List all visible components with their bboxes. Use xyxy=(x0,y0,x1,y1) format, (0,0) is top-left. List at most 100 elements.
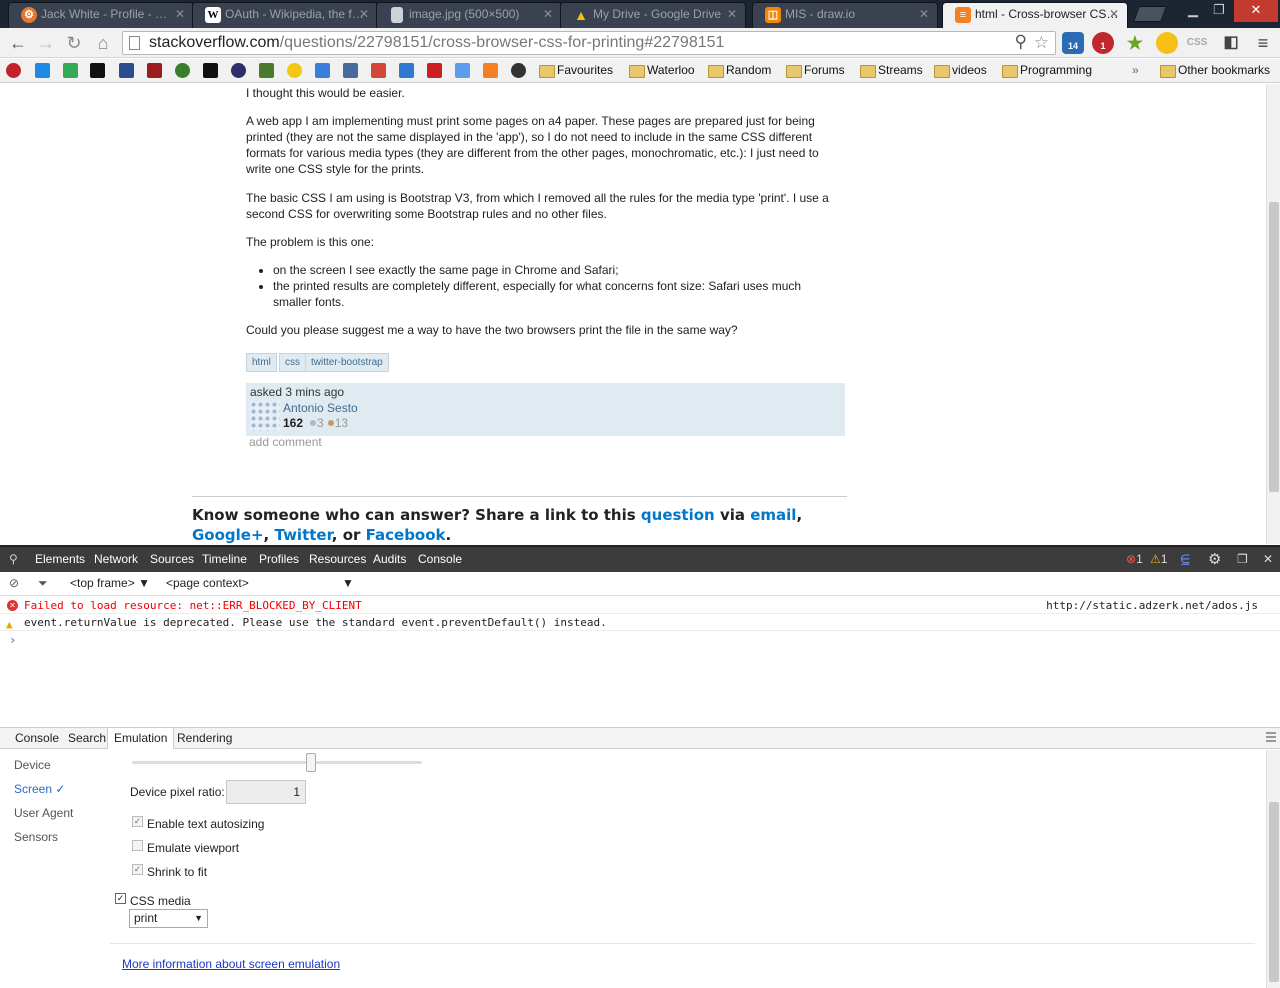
bookmark-icon[interactable] xyxy=(399,63,414,78)
emulation-nav-device[interactable]: Device xyxy=(14,758,51,772)
show-drawer-icon[interactable]: ⋸ xyxy=(1180,552,1190,566)
tab-sources[interactable]: Sources xyxy=(150,552,194,566)
bookmark-folder-random[interactable]: Random xyxy=(708,62,771,79)
bookmark-icon[interactable] xyxy=(231,63,246,78)
bookmark-icon[interactable] xyxy=(455,63,470,78)
page-info-icon[interactable] xyxy=(129,36,140,50)
bookmark-folder-forums[interactable]: Forums xyxy=(786,62,845,79)
css-media-checkbox[interactable]: ✓ xyxy=(115,893,126,904)
tab-oauth-wikipedia[interactable]: W OAuth - Wikipedia, the f… ✕ xyxy=(192,2,378,28)
tab-profiles[interactable]: Profiles xyxy=(259,552,299,566)
drawer-resize-grip-icon[interactable] xyxy=(1266,732,1276,742)
tab-close-icon[interactable]: ✕ xyxy=(175,3,185,25)
settings-gear-icon[interactable]: ⚙ xyxy=(1208,550,1221,568)
tab-network[interactable]: Network xyxy=(94,552,138,566)
gmail-icon[interactable] xyxy=(371,63,386,78)
zoom-icon[interactable]: ⚲ xyxy=(1015,32,1027,52)
scale-slider-handle[interactable] xyxy=(306,753,316,772)
chrome-menu-icon[interactable]: ≡ xyxy=(1252,32,1274,54)
drawer-tab-rendering[interactable]: Rendering xyxy=(171,728,238,749)
drawer-tab-emulation[interactable]: Emulation xyxy=(107,728,175,749)
bookmark-folder-streams[interactable]: Streams xyxy=(860,62,923,79)
drawer-tab-console[interactable]: Console xyxy=(9,728,65,749)
drawer-tab-search[interactable]: Search xyxy=(62,728,112,749)
warning-count-badge[interactable]: ⚠1 xyxy=(1150,552,1167,566)
clear-console-icon[interactable]: ⊘ xyxy=(9,576,19,590)
tag-css[interactable]: css xyxy=(279,353,306,372)
address-bar[interactable]: stackoverflow.com/questions/22798151/cro… xyxy=(122,31,1056,55)
extension-icon[interactable] xyxy=(1156,32,1178,54)
tab-resources[interactable]: Resources xyxy=(309,552,366,566)
filter-icon[interactable]: ⏷ xyxy=(38,576,48,591)
css-media-select[interactable]: print ▼ xyxy=(129,909,208,928)
youtube-icon[interactable] xyxy=(427,63,442,78)
star-extension-icon[interactable]: ★ xyxy=(1124,32,1146,54)
emulate-viewport-checkbox[interactable] xyxy=(132,840,143,851)
google-plus-link[interactable]: Google+ xyxy=(192,526,264,544)
scrollbar-thumb[interactable] xyxy=(1269,802,1279,982)
inspect-search-icon[interactable]: ⚲ xyxy=(9,552,18,566)
scrollbar-thumb[interactable] xyxy=(1269,202,1279,492)
avatar[interactable] xyxy=(250,401,280,431)
css-extension-icon[interactable]: CSS xyxy=(1186,32,1208,54)
pocket-icon[interactable] xyxy=(203,63,218,78)
scale-slider-track[interactable] xyxy=(132,761,422,764)
tab-stackoverflow[interactable]: ≡ html - Cross-browser CS… ✕ xyxy=(942,2,1128,28)
panels-icon[interactable]: ◧ xyxy=(1220,32,1242,54)
emulation-nav-screen[interactable]: Screen ✓ xyxy=(14,782,65,796)
add-comment-link[interactable]: add comment xyxy=(249,435,322,449)
tab-timeline[interactable]: Timeline xyxy=(202,552,247,566)
bookmark-icon[interactable] xyxy=(343,63,358,78)
frame-select[interactable]: <top frame> ▼ xyxy=(70,576,150,590)
tab-jack-white[interactable]: ⚙ Jack White - Profile - … ✕ xyxy=(8,2,194,28)
question-link[interactable]: question xyxy=(641,506,715,524)
bookmark-icon[interactable] xyxy=(287,63,302,78)
bookmark-icon[interactable] xyxy=(259,63,274,78)
dock-icon[interactable]: ❐ xyxy=(1237,552,1248,566)
email-link[interactable]: email xyxy=(750,506,796,524)
emulation-scrollbar[interactable] xyxy=(1266,750,1280,988)
bookmark-star-icon[interactable]: ☆ xyxy=(1034,33,1049,53)
user-name-link[interactable]: Antonio Sesto xyxy=(283,401,358,415)
back-icon[interactable]: ← xyxy=(6,31,30,55)
tab-close-icon[interactable]: ✕ xyxy=(919,3,929,25)
context-select[interactable]: <page context> ▼ xyxy=(166,576,354,590)
page-scrollbar[interactable] xyxy=(1266,84,1280,544)
forward-icon[interactable]: → xyxy=(34,31,58,55)
console-source-link[interactable]: http://static.adzerk.net/ados.js xyxy=(1046,597,1258,614)
new-tab-button[interactable] xyxy=(1133,6,1167,22)
bookmark-icon[interactable] xyxy=(6,63,21,78)
facebook-link[interactable]: Facebook xyxy=(366,526,446,544)
github-icon[interactable] xyxy=(511,63,526,78)
bookmark-folder-videos[interactable]: videos xyxy=(934,62,987,79)
adblock-icon[interactable]: 1 xyxy=(1092,32,1114,54)
extension-badge-icon[interactable]: 14 xyxy=(1062,32,1084,54)
tab-elements[interactable]: Elements xyxy=(35,552,85,566)
bookmark-folder-other[interactable]: Other bookmarks xyxy=(1160,62,1270,79)
bookmark-folder-programming[interactable]: Programming xyxy=(1002,62,1092,79)
tag-twitter-bootstrap[interactable]: twitter-bootstrap xyxy=(305,353,389,372)
tab-close-icon[interactable]: ✕ xyxy=(543,3,553,25)
text-autosizing-checkbox[interactable]: ✓ xyxy=(132,816,143,827)
close-devtools-icon[interactable]: ✕ xyxy=(1263,552,1273,566)
tab-drawio[interactable]: ◫ MIS - draw.io ✕ xyxy=(752,2,938,28)
restore-icon[interactable]: ❐ xyxy=(1206,0,1232,22)
tab-close-icon[interactable]: ✕ xyxy=(727,3,737,25)
tab-console[interactable]: Console xyxy=(418,552,462,566)
reload-icon[interactable]: ↻ xyxy=(62,31,86,55)
bookmark-icon[interactable] xyxy=(147,63,162,78)
screen-emulation-info-link[interactable]: More information about screen emulation xyxy=(122,957,340,971)
close-window-icon[interactable]: ✕ xyxy=(1234,0,1278,22)
bookmark-icon[interactable] xyxy=(119,63,134,78)
calendar-icon[interactable] xyxy=(315,63,330,78)
tag-html[interactable]: html xyxy=(246,353,277,372)
shrink-to-fit-checkbox[interactable]: ✓ xyxy=(132,864,143,875)
tab-close-icon[interactable]: ✕ xyxy=(359,3,369,25)
chrome-store-icon[interactable] xyxy=(63,63,78,78)
emulation-nav-sensors[interactable]: Sensors xyxy=(14,830,58,844)
emulation-nav-user-agent[interactable]: User Agent xyxy=(14,806,73,820)
console-prompt[interactable]: › xyxy=(9,633,16,647)
bookmark-icon[interactable] xyxy=(175,63,190,78)
twitter-link[interactable]: Twitter xyxy=(274,526,331,544)
tab-close-icon[interactable]: ✕ xyxy=(1109,3,1119,25)
